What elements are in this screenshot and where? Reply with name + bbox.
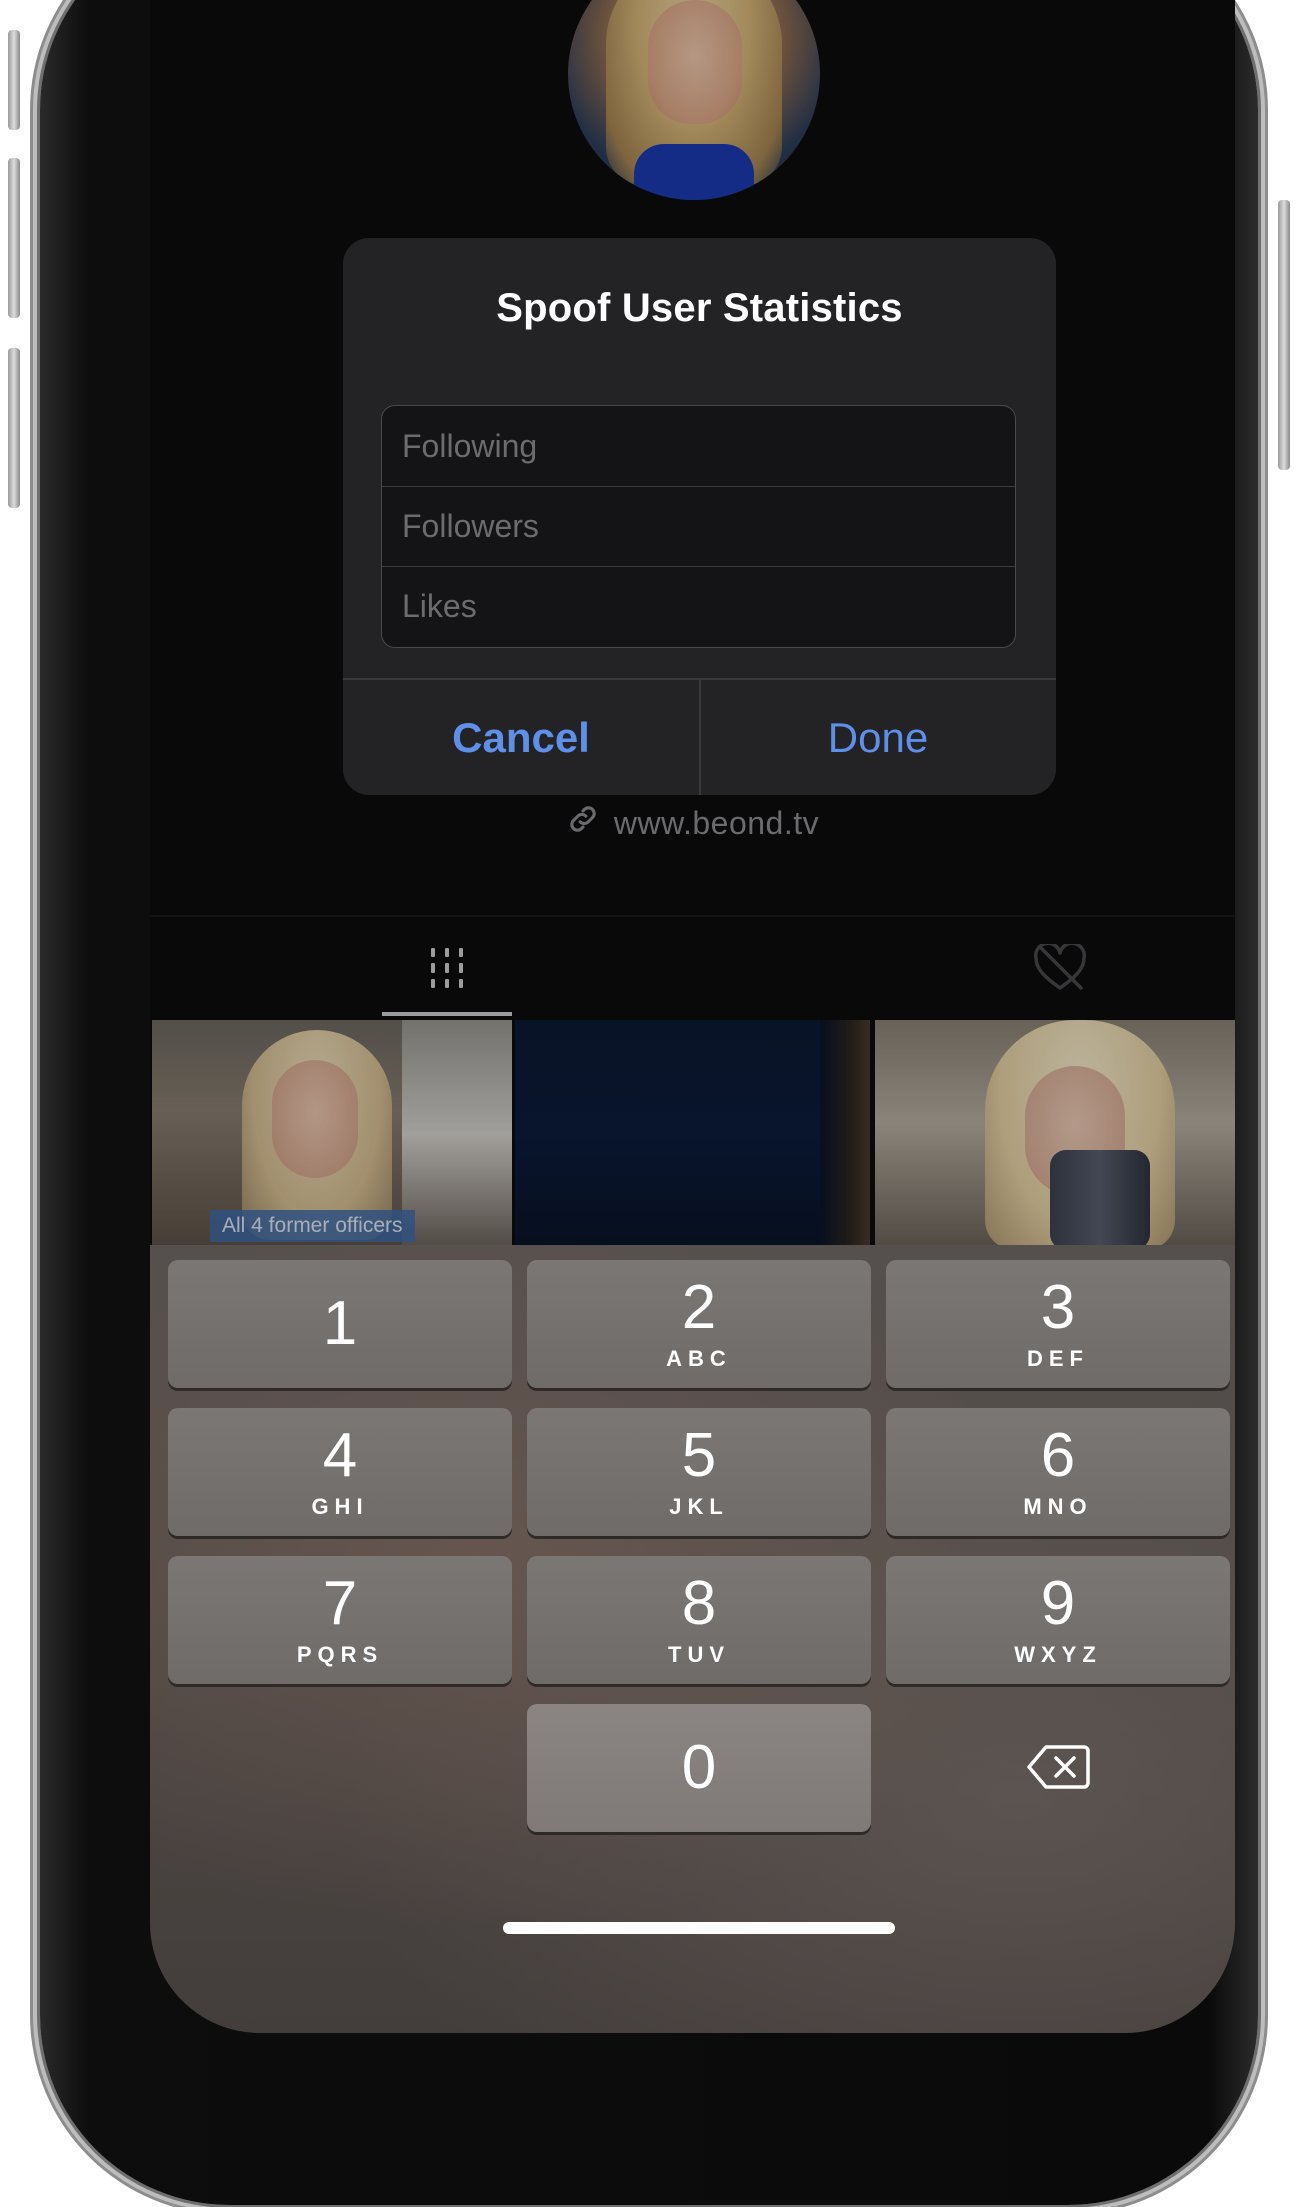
key-1[interactable]: 1 bbox=[168, 1260, 512, 1388]
key-8[interactable]: 8 TUV bbox=[527, 1556, 871, 1684]
key-9[interactable]: 9 WXYZ bbox=[886, 1556, 1230, 1684]
key-digit: 5 bbox=[681, 1421, 717, 1490]
key-digit: 0 bbox=[681, 1733, 717, 1802]
key-7[interactable]: 7 PQRS bbox=[168, 1556, 512, 1684]
following-field-row bbox=[382, 406, 1015, 486]
key-letters: MNO bbox=[1023, 1494, 1093, 1519]
backspace-icon bbox=[1026, 1744, 1090, 1793]
likes-field-row bbox=[382, 566, 1015, 646]
key-letters: GHI bbox=[311, 1494, 369, 1519]
key-6[interactable]: 6 MNO bbox=[886, 1408, 1230, 1536]
key-letters: WXYZ bbox=[1014, 1642, 1102, 1667]
home-indicator[interactable] bbox=[503, 1922, 895, 1934]
key-2[interactable]: 2 ABC bbox=[527, 1260, 871, 1388]
following-field[interactable] bbox=[382, 406, 1015, 486]
key-letters: TUV bbox=[668, 1642, 730, 1667]
key-letters: PQRS bbox=[296, 1642, 384, 1667]
key-digit: 7 bbox=[322, 1569, 358, 1638]
alert-title: Spoof User Statistics bbox=[496, 286, 903, 330]
key-digit: 2 bbox=[681, 1273, 717, 1342]
key-digit: 9 bbox=[1040, 1569, 1076, 1638]
likes-field[interactable] bbox=[382, 567, 1015, 646]
volume-up-button bbox=[8, 158, 20, 318]
key-0[interactable]: 0 bbox=[527, 1704, 871, 1832]
action-button bbox=[8, 30, 20, 130]
key-letters: DEF bbox=[1027, 1346, 1089, 1371]
key-letters: JKL bbox=[669, 1494, 729, 1519]
delete-key[interactable] bbox=[886, 1704, 1230, 1832]
key-digit: 1 bbox=[322, 1289, 358, 1358]
spoof-stats-alert: Spoof User Statistics Cancel Done bbox=[343, 238, 1056, 795]
key-5[interactable]: 5 JKL bbox=[527, 1408, 871, 1536]
followers-field-row bbox=[382, 486, 1015, 566]
key-3[interactable]: 3 DEF bbox=[886, 1260, 1230, 1388]
key-digit: 3 bbox=[1040, 1273, 1076, 1342]
volume-down-button bbox=[8, 348, 20, 508]
screen: www.beond.tv All 4 former officers Spoof… bbox=[150, 0, 1235, 2033]
key-letters: ABC bbox=[666, 1346, 732, 1371]
done-button[interactable]: Done bbox=[700, 680, 1056, 795]
key-digit: 8 bbox=[681, 1569, 717, 1638]
key-digit: 4 bbox=[322, 1421, 358, 1490]
phone-frame: www.beond.tv All 4 former officers Spoof… bbox=[8, 0, 1290, 2205]
alert-fields bbox=[381, 405, 1016, 648]
power-button bbox=[1278, 200, 1290, 470]
key-4[interactable]: 4 GHI bbox=[168, 1408, 512, 1536]
key-digit: 6 bbox=[1040, 1421, 1076, 1490]
followers-field[interactable] bbox=[382, 487, 1015, 566]
cancel-button[interactable]: Cancel bbox=[343, 680, 699, 795]
